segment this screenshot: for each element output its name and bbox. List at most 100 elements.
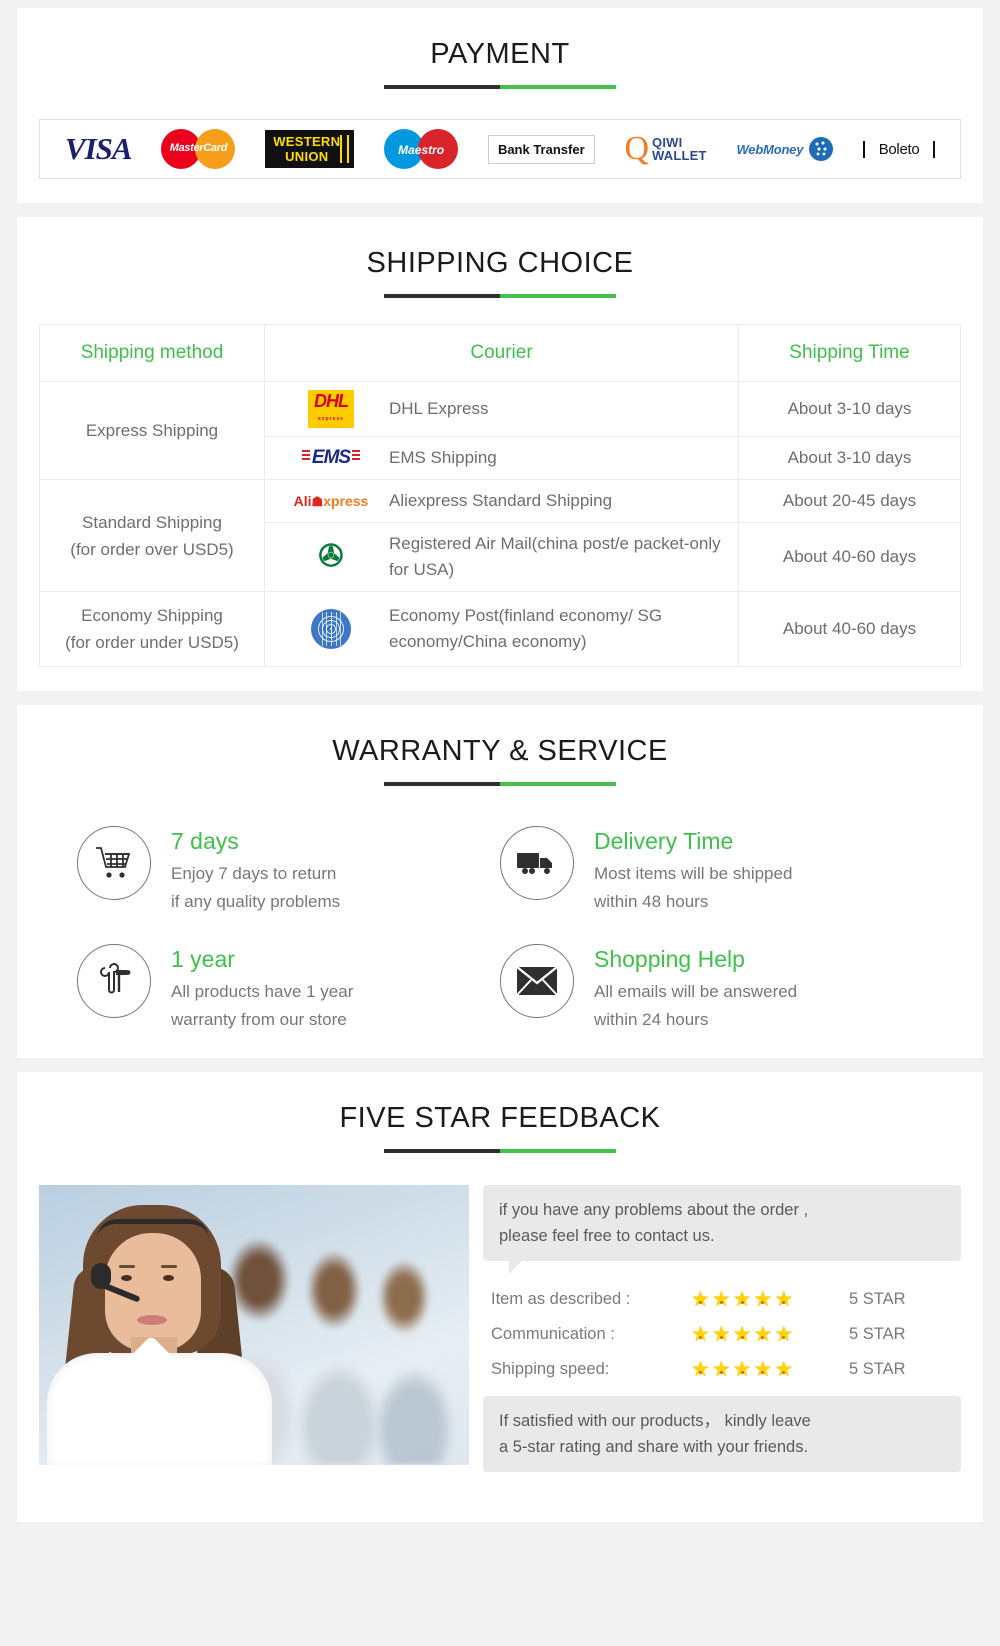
warranty-title: WARRANTY & SERVICE: [332, 735, 668, 767]
shipping-table-head: Shipping method Courier Shipping Time: [39, 324, 961, 382]
method-line1: Economy Shipping: [81, 606, 223, 625]
method-line2: (for order under USD5): [65, 633, 239, 652]
method-line1: Standard Shipping: [82, 512, 222, 532]
qiwi-line2: WALLET: [652, 148, 707, 163]
china-post-logo-icon: ✇: [277, 542, 385, 572]
rule-dark-segment: [384, 782, 500, 786]
warranty-title-rule: [384, 782, 616, 786]
rating-label: Communication :: [491, 1325, 615, 1343]
payment-mastercard-icon: MasterCard: [161, 129, 236, 169]
table-row: Standard Shipping (for order over USD5) …: [39, 479, 961, 592]
courier-economy-post: Economy Post(finland economy/ SG economy…: [264, 591, 739, 667]
shipping-time: About 20-45 days: [738, 479, 961, 523]
warranty-item-title: 1 year: [171, 946, 235, 972]
warranty-item-title: 7 days: [171, 828, 239, 854]
table-header-row: Shipping method Courier Shipping Time: [39, 324, 961, 382]
star-icon: ★: [774, 1288, 794, 1311]
courier-name: EMS Shipping: [389, 448, 497, 467]
webmoney-globe-icon: [809, 137, 834, 161]
shopping-cart-icon: [77, 826, 151, 900]
dhl-wordmark: DHL: [314, 391, 349, 411]
dhl-logo-icon: DHL express: [277, 390, 385, 428]
ali-cart-glyph: ☗: [311, 493, 324, 509]
ali-suffix: xpress: [323, 492, 369, 509]
star-icon: ★: [711, 1358, 731, 1381]
star-icon: ★: [732, 1288, 752, 1311]
star-icon: ★: [732, 1323, 752, 1346]
payment-title: PAYMENT: [430, 38, 570, 70]
star-icon: ★: [711, 1323, 731, 1346]
shipping-time: About 3-10 days: [738, 436, 961, 480]
table-row: Express Shipping DHL express DHL Express: [39, 381, 961, 480]
rating-value: 5 STAR: [849, 1360, 906, 1378]
warranty-item-line2: if any quality problems: [171, 892, 341, 911]
delivery-truck-icon: [500, 826, 574, 900]
feedback-title: FIVE STAR FEEDBACK: [339, 1102, 661, 1134]
visa-label: VISA: [64, 131, 133, 166]
star-icon: ★: [711, 1288, 731, 1311]
product-footer-page: PAYMENT VISA MasterCard WESTERN UNION Ma…: [0, 8, 1000, 1522]
rating-row-communication: Communication : ★ ★ ★ ★ ★ 5 STAR: [491, 1324, 961, 1345]
courier-name: DHL Express: [389, 399, 489, 418]
bubble-line1: if you have any problems about the order…: [499, 1201, 809, 1219]
rule-green-segment: [500, 1149, 616, 1153]
payment-boleto-icon: Boleto: [863, 140, 936, 159]
star-icon: ★: [691, 1323, 710, 1346]
method-standard: Standard Shipping (for order over USD5): [39, 479, 265, 592]
warranty-item-line1: Enjoy 7 days to return: [171, 864, 337, 883]
warranty-item-line1: All products have 1 year: [171, 982, 354, 1001]
western-union-line2: UNION: [285, 149, 329, 164]
warranty-item-shopping-help: Shopping Help All emails will be answere…: [500, 944, 923, 1034]
ems-logo-icon: EMS: [277, 447, 385, 469]
leave-rating-bubble: If satisfied with our products， kindly l…: [483, 1396, 961, 1472]
warranty-item-delivery-time: Delivery Time Most items will be shipped…: [500, 826, 923, 916]
shipping-section: SHIPPING CHOICE Shipping method Courier …: [17, 217, 983, 691]
rule-green-segment: [500, 294, 616, 298]
shipping-title-rule: [384, 294, 616, 298]
star-icon: ★: [753, 1358, 773, 1381]
maestro-label: Maestro: [398, 143, 445, 157]
qiwi-q-glyph: Q: [624, 130, 650, 167]
warranty-item-line1: All emails will be answered: [594, 982, 798, 1001]
rule-dark-segment: [384, 85, 500, 89]
star-rating-icons: ★ ★ ★ ★ ★: [691, 1359, 821, 1380]
payment-webmoney-icon: WebMoney: [736, 137, 834, 161]
payment-maestro-icon: Maestro: [384, 129, 459, 169]
payment-section: PAYMENT VISA MasterCard WESTERN UNION Ma…: [17, 8, 983, 203]
star-icon: ★: [732, 1358, 752, 1381]
ali-prefix: Ali: [293, 492, 312, 509]
warranty-item-title: Shopping Help: [594, 946, 745, 972]
shipping-title: SHIPPING CHOICE: [366, 247, 634, 279]
courier-aliexpress: Ali☗xpress Aliexpress Standard Shipping: [264, 479, 739, 523]
table-row: Economy Shipping (for order under USD5) …: [39, 591, 961, 667]
rating-row-item-as-described: Item as described : ★ ★ ★ ★ ★ 5 STAR: [491, 1289, 961, 1310]
method-economy: Economy Shipping (for order under USD5): [39, 591, 265, 667]
shipping-time: About 3-10 days: [738, 381, 961, 437]
star-rating-icons: ★ ★ ★ ★ ★: [691, 1289, 821, 1310]
webmoney-label: WebMoney: [736, 141, 804, 157]
bank-transfer-label: Bank Transfer: [487, 134, 595, 164]
payment-bank-transfer-icon: Bank Transfer: [487, 134, 595, 164]
rating-row-shipping-speed: Shipping speed: ★ ★ ★ ★ ★ 5 STAR: [491, 1359, 961, 1380]
warranty-item-line2: within 24 hours: [594, 1010, 709, 1029]
feedback-details: if you have any problems about the order…: [469, 1185, 961, 1472]
rule-green-segment: [500, 85, 616, 89]
western-union-line1: WESTERN: [273, 134, 341, 149]
bubble-line1: If satisfied with our products， kindly l…: [499, 1412, 811, 1430]
star-icon: ★: [691, 1358, 710, 1381]
rating-value: 5 STAR: [849, 1290, 906, 1308]
payment-visa-icon: VISA: [64, 131, 133, 167]
un-post-logo-icon: [277, 609, 385, 649]
contact-us-bubble: if you have any problems about the order…: [483, 1185, 961, 1274]
courier-name: Registered Air Mail(china post/e packet-…: [389, 534, 721, 579]
star-rating-icons: ★ ★ ★ ★ ★: [691, 1324, 821, 1345]
feedback-content: if you have any problems about the order…: [39, 1185, 961, 1472]
rule-dark-segment: [384, 1149, 500, 1153]
header-shipping-time: Shipping Time: [738, 324, 961, 382]
warranty-item-1-year: 1 year All products have 1 year warranty…: [77, 944, 500, 1034]
star-icon: ★: [753, 1323, 773, 1346]
shipping-time: About 40-60 days: [738, 522, 961, 592]
aliexpress-logo-icon: Ali☗xpress: [277, 493, 385, 510]
courier-ems: EMS EMS Shipping: [264, 436, 739, 480]
china-post-glyph: ✇: [318, 540, 344, 573]
